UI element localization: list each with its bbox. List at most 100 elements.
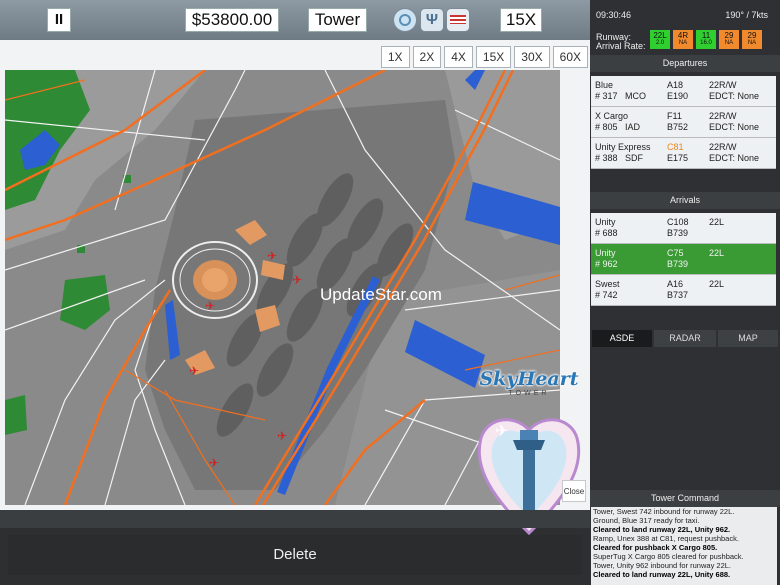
speed-option-60x[interactable]: 60X [552,46,588,68]
aircraft-type: B752 [667,122,689,132]
gate: A16 [667,279,684,289]
flight-number: # 742 [595,290,618,300]
tower-mode-button[interactable]: Tower [309,9,366,31]
runway-rate: 16.0 [700,40,712,46]
runway: 22R/W [709,142,737,152]
airline: Swest [595,279,620,289]
edct: EDCT: None [709,122,760,132]
destination: MCO [625,91,646,101]
pause-button[interactable]: II [48,9,70,31]
runway: 22L [709,279,725,289]
arrival-rate-label: Arrival Rate: [596,41,646,51]
runway: 22R/W [709,80,737,90]
aircraft-type: B739 [667,228,689,238]
runway-toggle-29-b[interactable]: 29 NA [742,30,762,49]
destination: IAD [625,122,641,132]
arrival-card[interactable]: Unity # 688 C108 B739 22L [591,213,776,244]
svg-text:✈: ✈ [209,456,219,470]
speed-options: 1X 2X 4X 15X 30X 60X [378,46,588,68]
runway-name: 29 [747,31,757,40]
svg-text:✈: ✈ [292,273,302,287]
tower-command-log[interactable]: Tower, Swest 742 inbound for runway 22L.… [591,507,777,585]
arrival-card-selected[interactable]: Unity # 962 C75 B739 22L [591,244,776,275]
runway-name: 22L [653,31,667,40]
runway: 22L [709,217,725,227]
runway-toggle-29[interactable]: 29 NA [719,30,739,49]
clock-readout: 09:30:46 [596,10,632,20]
log-line: Ground, Blue 317 ready for taxi. [593,516,700,525]
edct: EDCT: None [709,91,760,101]
runway-rate: NA [724,40,734,46]
runway-toggle-22l[interactable]: 22L 2.0 [650,30,670,49]
runway-name: 4R [677,31,689,40]
aircraft-type: B737 [667,290,689,300]
flight-number: # 805 [595,122,618,132]
runway-name: 29 [724,31,734,40]
sim-speed-button[interactable]: 15X [501,9,541,31]
top-toolbar: II $53800.00 Tower 15X [0,0,590,40]
radar-icon[interactable] [394,9,416,31]
gate: C108 [667,217,689,227]
runway-label: Runway: Arrival Rate: [596,33,646,51]
right-panel: 09:30:46 190° / 7kts Runway: Arrival Rat… [590,0,780,585]
aircraft-type: E190 [667,91,689,101]
log-line: SuperTug X Cargo 805 cleared for pushbac… [593,552,744,561]
airline: Unity [595,217,616,227]
runway-toggle-11[interactable]: 11 16.0 [696,30,716,49]
log-line: Tower, Swest 742 inbound for runway 22L. [593,507,735,516]
runway-toggle-4r[interactable]: 4R NA [673,30,693,49]
log-line: Cleared to land runway 22L, Unity 962. [593,525,731,534]
close-map-button[interactable]: Close [562,480,586,502]
tower-command-header: Tower Command [590,490,780,507]
gate: C81 [667,142,684,152]
wind-readout: 190° / 7kts [725,10,768,20]
departure-card[interactable]: Blue # 317 MCO A18 E190 22R/W EDCT: None [591,76,776,107]
destination: SDF [625,153,643,163]
tab-map[interactable]: MAP [718,330,778,347]
gate: F11 [667,111,682,121]
airline: X Cargo [595,111,629,121]
runway-rate: 2.0 [655,40,665,46]
runway: 22R/W [709,111,737,121]
runway-name: 11 [701,31,711,40]
speed-option-2x[interactable]: 2X [412,46,442,68]
svg-text:✈: ✈ [277,429,287,443]
svg-text:✈: ✈ [267,249,277,263]
svg-text:✈: ✈ [205,299,215,313]
money-display: $53800.00 [186,9,278,31]
svg-text:✈: ✈ [495,423,508,440]
status-bar: 09:30:46 190° / 7kts [590,0,780,28]
gate: A18 [667,80,684,90]
flight-number: # 962 [595,259,618,269]
svg-text:✈: ✈ [189,364,199,378]
flight-number: # 388 [595,153,618,163]
arrival-card[interactable]: Swest # 742 A16 B737 22L [591,275,776,306]
speed-option-4x[interactable]: 4X [444,46,473,68]
windsock-icon[interactable] [421,9,443,31]
aircraft-type: B739 [667,259,689,269]
departures-header: Departures [590,55,780,72]
tab-asde[interactable]: ASDE [592,330,652,347]
departure-card[interactable]: Unity Express # 388 SDF C81 E175 22R/W E… [591,138,776,169]
airline: Blue [595,80,614,90]
gate: C75 [667,248,684,258]
arrivals-header: Arrivals [590,192,780,209]
airline: Unity [595,248,616,258]
runway-rate: NA [747,40,757,46]
airline: Unity Express [595,142,651,152]
flight-number: # 317 [595,91,618,101]
speed-option-15x[interactable]: 15X [475,46,512,68]
runway-rate: NA [678,40,688,46]
flag-icon[interactable] [447,9,469,31]
log-line: Cleared for pushback X Cargo 805. [593,543,718,552]
log-line: Tower, Unity 962 inbound for runway 22L. [593,561,731,570]
departure-card[interactable]: X Cargo # 805 IAD F11 B752 22R/W EDCT: N… [591,107,776,138]
logo-title: SkyHeart [479,368,579,390]
speed-option-30x[interactable]: 30X [514,46,550,68]
delete-button[interactable]: Delete [8,535,582,575]
bottom-strip [0,510,590,528]
tab-radar[interactable]: RADAR [654,330,716,347]
speed-option-1x[interactable]: 1X [380,46,410,68]
edct: EDCT: None [709,153,760,163]
view-tabs: ASDE RADAR MAP [590,330,780,347]
